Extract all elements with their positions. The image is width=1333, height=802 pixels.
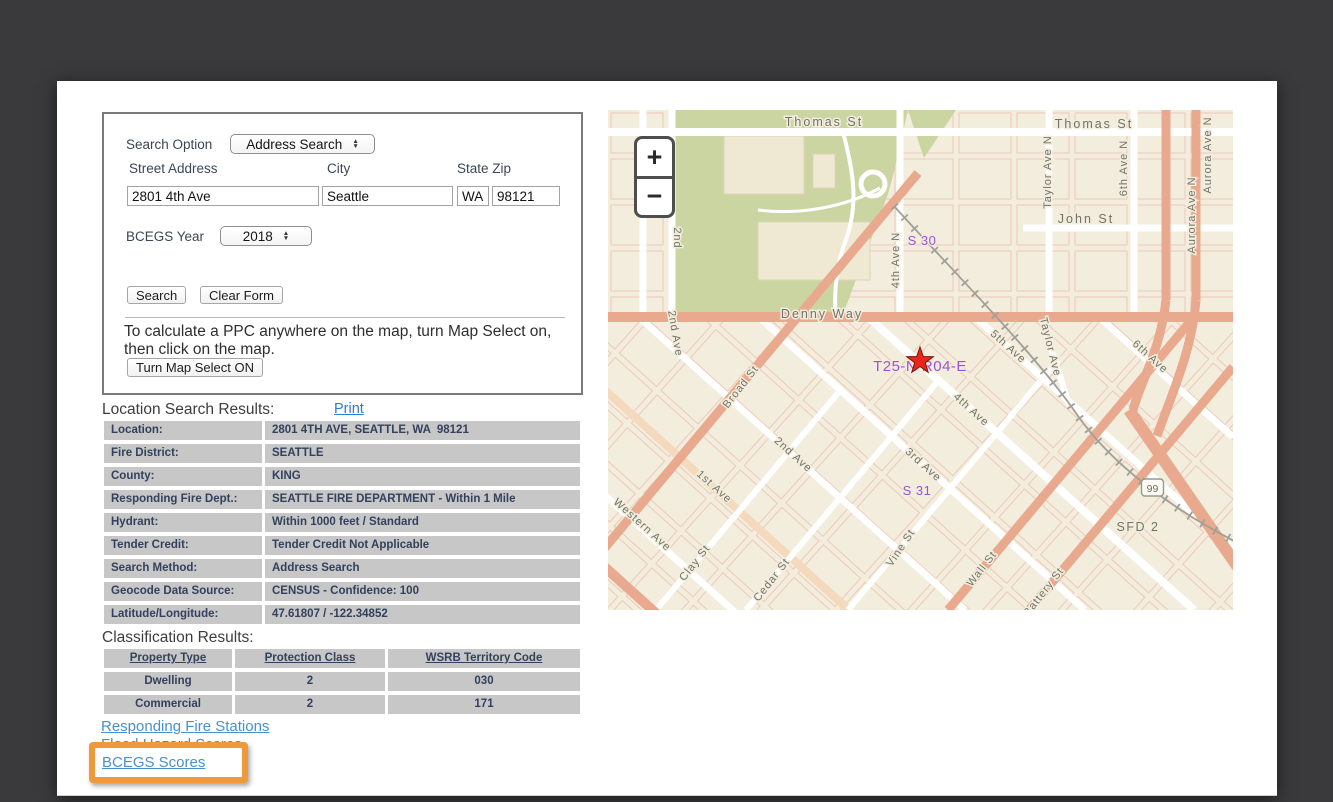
row-label: Hydrant: xyxy=(104,513,262,532)
map-select-note: To calculate a PPC anywhere on the map, … xyxy=(124,323,569,359)
row-label: Location: xyxy=(104,421,262,440)
cell-territory: 030 xyxy=(388,672,580,691)
search-button[interactable]: Search xyxy=(127,286,186,304)
shield-number: 99 xyxy=(1147,483,1159,495)
print-link[interactable]: Print xyxy=(334,401,364,417)
search-option-value: Address Search xyxy=(246,137,342,152)
responding-fire-stations-link[interactable]: Responding Fire Stations xyxy=(101,718,269,735)
location-results-table: Location:2801 4TH AVE, SEATTLE, WA 98121… xyxy=(104,421,580,628)
table-row: Responding Fire Dept.:SEATTLE FIRE DEPAR… xyxy=(104,490,580,509)
street-label: 2nd xyxy=(671,227,683,248)
row-label: Tender Credit: xyxy=(104,536,262,555)
clear-form-button[interactable]: Clear Form xyxy=(200,286,283,304)
cell-property: Commercial xyxy=(104,695,232,714)
table-row: Tender Credit:Tender Credit Not Applicab… xyxy=(104,536,580,555)
cell-class: 2 xyxy=(235,695,385,714)
street-label: John St xyxy=(1058,212,1114,226)
map-zoom-control: + − xyxy=(634,136,675,218)
bcegs-scores-link[interactable]: BCEGS Scores xyxy=(102,754,205,771)
street-label: Aurora Ave N xyxy=(1202,116,1214,193)
classification-header-row: Property Type Protection Class WSRB Terr… xyxy=(104,649,580,668)
table-row: Geocode Data Source:CENSUS - Confidence:… xyxy=(104,582,580,601)
street-address-label: Street Address xyxy=(129,161,218,176)
state-input[interactable] xyxy=(457,186,489,206)
section-label: S 30 xyxy=(908,233,937,248)
city-label: City xyxy=(327,161,350,176)
table-row: Fire District:SEATTLE xyxy=(104,444,580,463)
street-label: Aurora Ave N xyxy=(1186,176,1198,253)
row-label: Responding Fire Dept.: xyxy=(104,490,262,509)
row-label: Latitude/Longitude: xyxy=(104,605,262,624)
select-arrows-icon: ▲▼ xyxy=(352,139,358,150)
row-value: 2801 4TH AVE, SEATTLE, WA 98121 xyxy=(265,421,580,440)
app-page: Search Option Address Search ▲▼ Street A… xyxy=(57,81,1277,796)
table-row: Dwelling 2 030 xyxy=(104,672,580,691)
street-label: 4th Ave N xyxy=(890,232,902,289)
street-label: Taylor Ave N xyxy=(1042,135,1054,209)
turn-map-select-button[interactable]: Turn Map Select ON xyxy=(127,358,263,377)
table-row: County:KING xyxy=(104,467,580,486)
search-option-select[interactable]: Address Search ▲▼ xyxy=(230,134,375,154)
table-row: Latitude/Longitude:47.61807 / -122.34852 xyxy=(104,605,580,624)
search-form: Search Option Address Search ▲▼ Street A… xyxy=(102,112,583,395)
street-label: Denny Way xyxy=(781,307,863,321)
search-option-label: Search Option xyxy=(126,137,212,152)
cell-property: Dwelling xyxy=(104,672,232,691)
bcegs-year-label: BCEGS Year xyxy=(126,229,204,244)
street-label: Thomas St xyxy=(785,115,863,129)
screenshot-root: { "colors":{ "page-bg":"#3a3a3c","navy":… xyxy=(0,0,1333,802)
form-divider xyxy=(125,317,565,318)
header-territory-code[interactable]: WSRB Territory Code xyxy=(388,649,580,668)
row-value: Address Search xyxy=(265,559,580,578)
state-zip-label: State Zip xyxy=(457,161,511,176)
row-value: SEATTLE FIRE DEPARTMENT - Within 1 Mile xyxy=(265,490,580,509)
highway-99-shield: 99 xyxy=(1142,479,1164,496)
map[interactable]: Thomas St Thomas St John St Denny Way 2n… xyxy=(608,110,1233,610)
select-arrows-icon: ▲▼ xyxy=(283,231,289,242)
street-label: 6th Ave N xyxy=(1118,140,1130,197)
location-results-title: Location Search Results: xyxy=(102,401,274,419)
street-address-input[interactable] xyxy=(127,186,319,206)
table-row: Location:2801 4TH AVE, SEATTLE, WA 98121 xyxy=(104,421,580,440)
bcegs-year-select[interactable]: 2018 ▲▼ xyxy=(220,226,312,246)
table-row: Search Method:Address Search xyxy=(104,559,580,578)
row-value: KING xyxy=(265,467,580,486)
row-label: County: xyxy=(104,467,262,486)
row-value: CENSUS - Confidence: 100 xyxy=(265,582,580,601)
classification-table: Property Type Protection Class WSRB Terr… xyxy=(104,649,580,718)
map-canvas: Thomas St Thomas St John St Denny Way 2n… xyxy=(608,110,1233,610)
row-value: 47.61807 / -122.34852 xyxy=(265,605,580,624)
city-input[interactable] xyxy=(322,186,453,206)
cell-territory: 171 xyxy=(388,695,580,714)
table-row: Commercial 2 171 xyxy=(104,695,580,714)
row-label: Search Method: xyxy=(104,559,262,578)
row-value: Tender Credit Not Applicable xyxy=(265,536,580,555)
zoom-in-button[interactable]: + xyxy=(637,139,672,176)
fire-station-label: SFD 2 xyxy=(1117,520,1160,534)
bcegs-year-value: 2018 xyxy=(243,229,273,244)
row-value: Within 1000 feet / Standard xyxy=(265,513,580,532)
header-protection-class[interactable]: Protection Class xyxy=(235,649,385,668)
header-property-type[interactable]: Property Type xyxy=(104,649,232,668)
row-label: Fire District: xyxy=(104,444,262,463)
classification-title: Classification Results: xyxy=(102,629,254,647)
section-label: S 31 xyxy=(903,483,932,498)
zoom-out-button[interactable]: − xyxy=(637,179,672,216)
row-value: SEATTLE xyxy=(265,444,580,463)
street-label: Thomas St xyxy=(1055,117,1133,131)
row-label: Geocode Data Source: xyxy=(104,582,262,601)
cell-class: 2 xyxy=(235,672,385,691)
table-row: Hydrant:Within 1000 feet / Standard xyxy=(104,513,580,532)
zip-input[interactable] xyxy=(492,186,560,206)
